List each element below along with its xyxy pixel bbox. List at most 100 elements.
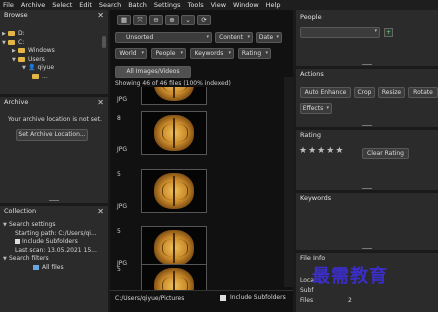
tree-item-c-drive[interactable]: ▼ C: xyxy=(2,39,102,48)
collection-include-subfolders[interactable]: Include Subfolders xyxy=(3,238,107,247)
crop-button[interactable]: Crop xyxy=(354,87,375,98)
close-icon[interactable]: ✕ xyxy=(97,206,104,217)
star-icon[interactable]: ★ xyxy=(326,146,334,156)
menu-view[interactable]: View xyxy=(211,1,226,9)
user-icon: 👤 xyxy=(28,64,36,71)
checkbox-checked-icon[interactable] xyxy=(15,239,20,244)
thumbnail-image[interactable] xyxy=(141,111,207,155)
archive-title-text: Archive xyxy=(4,98,29,106)
browse-scrollbar[interactable] xyxy=(102,36,106,48)
drag-handle[interactable] xyxy=(49,200,59,201)
drag-handle[interactable] xyxy=(362,248,372,249)
people-title: People xyxy=(300,13,322,21)
filter-icon[interactable]: ⌄ xyxy=(181,15,195,25)
menu-bar: File Archive Select Edit Search Batch Se… xyxy=(0,0,438,10)
zoom-in-icon[interactable]: ⊕ xyxy=(165,15,179,25)
star-icon[interactable]: ★ xyxy=(335,146,343,156)
folder-icon xyxy=(18,48,25,53)
close-icon[interactable]: ✕ xyxy=(97,97,104,108)
menu-select[interactable]: Select xyxy=(52,1,72,9)
tree-label: ... xyxy=(42,72,48,80)
zoom-out-icon[interactable]: ⊖ xyxy=(149,15,163,25)
tree-item-qiyue[interactable]: ▼ 👤 qiyue xyxy=(2,64,102,73)
rating-filter[interactable]: Rating xyxy=(238,48,271,59)
people-label: People xyxy=(155,50,176,57)
add-person-icon[interactable]: + xyxy=(384,28,393,37)
folder-icon xyxy=(8,31,15,36)
thumb-type: JPG xyxy=(117,96,128,103)
keywords-label: Keywords xyxy=(194,50,224,57)
sort-dropdown[interactable]: Unsorted xyxy=(115,32,212,43)
collection-search-filters[interactable]: ▼ Search filters xyxy=(3,255,107,264)
tab-all-images-videos[interactable]: All Images/Videos xyxy=(115,66,191,78)
walnut-image xyxy=(154,87,194,101)
date-filter[interactable]: Date xyxy=(256,32,282,43)
menu-search[interactable]: Search xyxy=(99,1,121,9)
walnut-image xyxy=(154,115,194,151)
tree-item-d-drive[interactable]: ▶ D: xyxy=(2,30,102,39)
tree-item-more[interactable]: ... xyxy=(2,73,102,82)
keywords-filter[interactable]: Keywords xyxy=(190,48,234,59)
thumbnail-list: JPG 8 JPG 5 JPG 5 JPG 5 xyxy=(114,87,274,299)
rating-panel: Rating ★★★★★ Clear Rating xyxy=(296,130,438,190)
content-label: Content xyxy=(219,34,243,41)
thumbnail-item[interactable]: 5 JPG xyxy=(114,167,274,215)
clear-rating-button[interactable]: Clear Rating xyxy=(362,148,409,159)
menu-tools[interactable]: Tools xyxy=(188,1,204,9)
star-icon[interactable]: ★ xyxy=(308,146,316,156)
thumbnail-image[interactable] xyxy=(141,169,207,213)
file-info-row: Subf xyxy=(300,287,314,294)
fit-icon[interactable]: ⤧ xyxy=(133,15,147,25)
drag-handle[interactable] xyxy=(362,125,372,126)
icon-toolbar: ▦ ⤧ ⊖ ⊕ ⌄ ⟳ xyxy=(117,15,213,25)
folder-icon xyxy=(8,39,15,45)
thumbnail-item[interactable]: JPG xyxy=(114,87,274,107)
rating-stars[interactable]: ★★★★★ xyxy=(299,146,344,156)
tree-label: Users xyxy=(28,55,45,63)
tree-item-windows[interactable]: ▶ Windows xyxy=(2,47,102,56)
collection-search-settings[interactable]: ▼ Search settings xyxy=(3,221,107,230)
menu-window[interactable]: Window xyxy=(233,1,259,9)
menu-batch[interactable]: Batch xyxy=(128,1,147,9)
menu-help[interactable]: Help xyxy=(266,1,281,9)
file-info-key: Files xyxy=(300,297,314,304)
actions-panel: Actions Auto Enhance Crop Resize Rotate … xyxy=(296,69,438,127)
effects-dropdown[interactable]: Effects xyxy=(300,103,332,114)
star-icon[interactable]: ★ xyxy=(317,146,325,156)
refresh-icon[interactable]: ⟳ xyxy=(197,15,211,25)
set-archive-location-button[interactable]: Set Archive Location... xyxy=(16,129,88,141)
checkbox-checked-icon[interactable] xyxy=(220,294,226,301)
collection-all-files[interactable]: All files xyxy=(3,264,107,273)
grid-view-icon[interactable]: ▦ xyxy=(117,15,131,25)
thumb-type: JPG xyxy=(117,203,128,210)
close-icon[interactable]: ✕ xyxy=(97,10,104,21)
menu-archive[interactable]: Archive xyxy=(21,1,45,9)
thumb-number: 5 xyxy=(117,266,121,273)
thumbnail-image[interactable] xyxy=(141,87,207,105)
menu-settings[interactable]: Settings xyxy=(154,1,181,9)
content-filter[interactable]: Content xyxy=(215,32,253,43)
archive-panel: Archive ✕ Your archive location is not s… xyxy=(0,97,108,203)
drag-handle[interactable] xyxy=(362,64,372,65)
collection-panel: Collection ✕ ▼ Search settings Starting p… xyxy=(0,206,108,312)
vertical-scrollbar[interactable] xyxy=(284,77,293,287)
date-label: Date xyxy=(258,34,274,41)
thumbnail-item[interactable]: 8 JPG xyxy=(114,109,274,157)
menu-file[interactable]: File xyxy=(3,1,14,9)
world-filter[interactable]: World xyxy=(115,48,147,59)
rating-title: Rating xyxy=(300,131,321,139)
tree-item-users[interactable]: ▼ Users xyxy=(2,56,102,65)
star-icon[interactable]: ★ xyxy=(299,146,307,156)
auto-enhance-button[interactable]: Auto Enhance xyxy=(300,87,351,98)
drag-handle[interactable] xyxy=(362,188,372,189)
people-select[interactable] xyxy=(300,27,380,38)
include-subfolders-checkbox[interactable]: Include Subfolders xyxy=(220,294,286,301)
people-filter[interactable]: People xyxy=(151,48,186,59)
current-path: C:/Users/qiyue/Pictures xyxy=(115,295,185,302)
folder-icon xyxy=(18,56,25,62)
menu-edit[interactable]: Edit xyxy=(79,1,92,9)
collection-starting-path: Starting path: C:/Users/qi... xyxy=(3,230,107,239)
resize-button[interactable]: Resize xyxy=(378,87,405,98)
browse-title-text: Browse xyxy=(4,11,28,19)
rotate-button[interactable]: Rotate xyxy=(408,87,438,98)
